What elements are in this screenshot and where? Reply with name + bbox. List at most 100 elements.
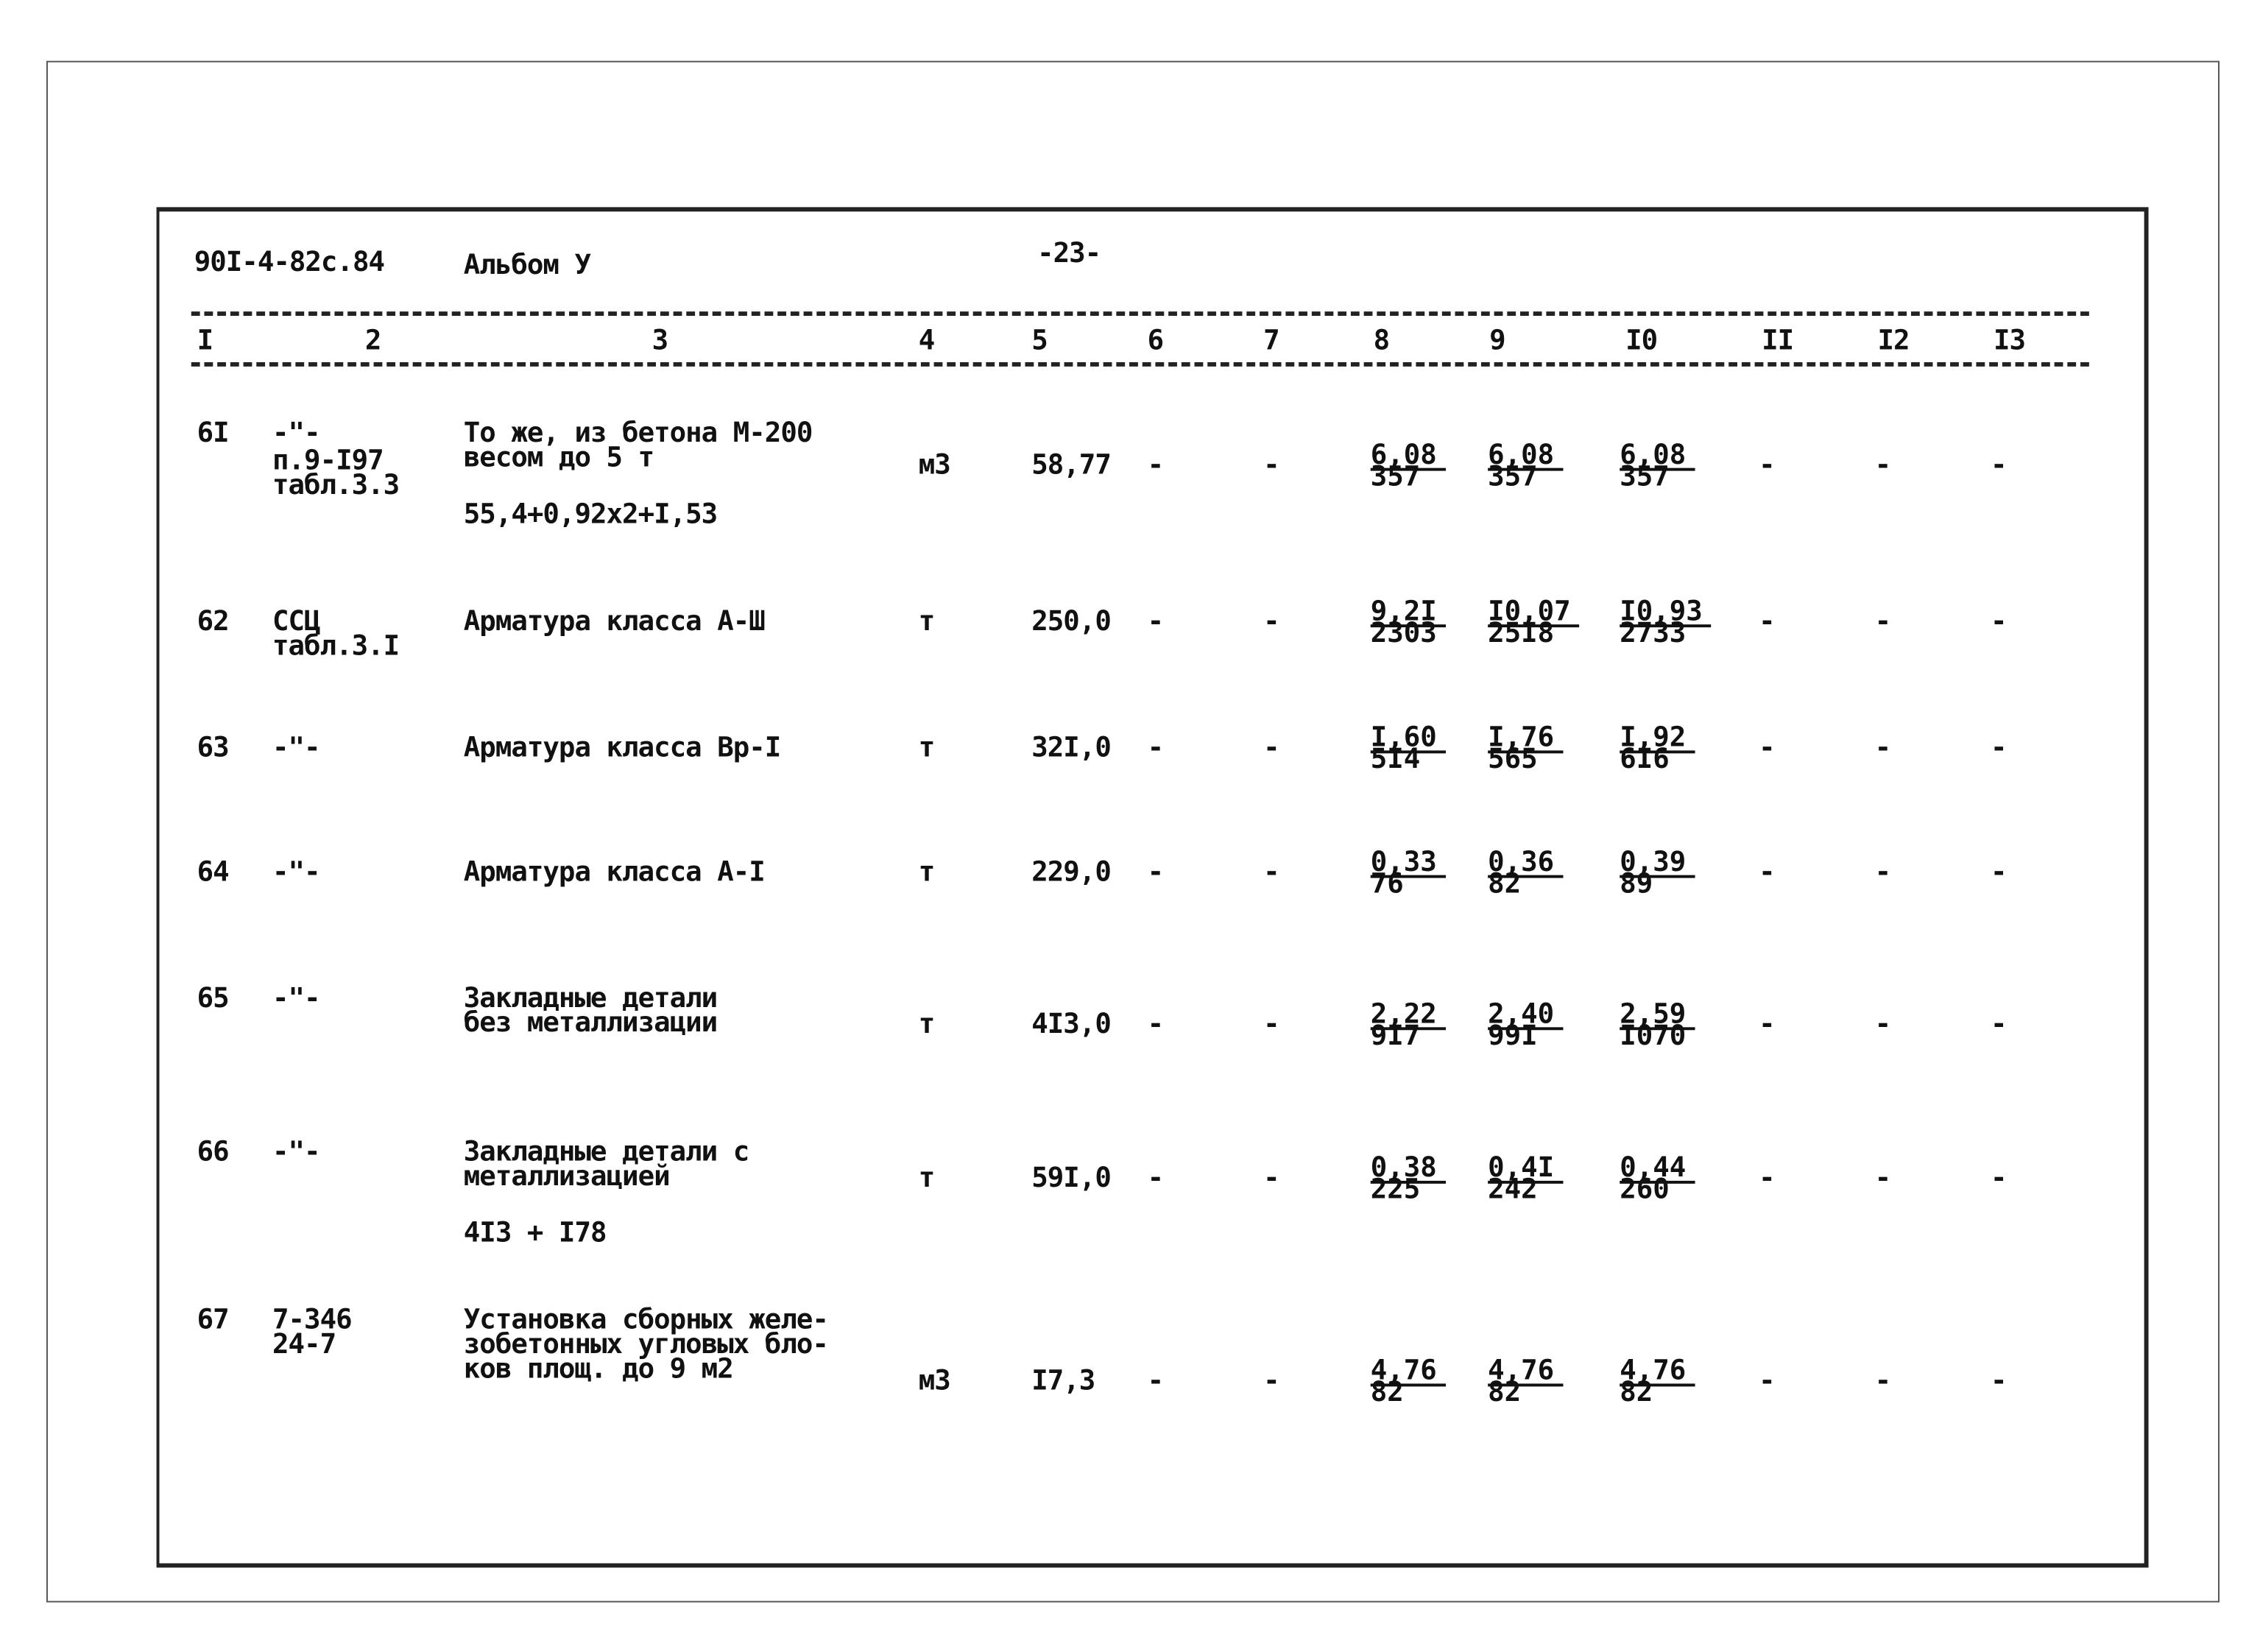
row-col13: -	[1991, 449, 2007, 481]
header-rule-bottom	[191, 362, 2089, 367]
row-c8-fraction: I,60 5I4	[1370, 724, 1446, 773]
fraction-denominator: I070	[1620, 1020, 1687, 1052]
row-c8-fraction: 2,22 9I7	[1370, 1000, 1446, 1050]
row-col11: -	[1759, 731, 1776, 764]
column-number-8: 8	[1373, 324, 1391, 357]
row-number: 64	[197, 856, 230, 889]
row-unit: т	[918, 856, 936, 889]
row-c10-fraction: I0,93 2733	[1620, 598, 1712, 647]
row-description: ков площ. до 9 м2	[463, 1353, 734, 1386]
row-c10-fraction: 6,08 357	[1620, 441, 1695, 490]
row-c9-fraction: 6,08 357	[1488, 441, 1564, 490]
row-c8-fraction: 9,2I 2303	[1370, 598, 1446, 649]
row-c10-fraction: 0,39 89	[1620, 848, 1695, 897]
row-col7: -	[1263, 856, 1280, 889]
row-reference: -"-	[272, 731, 321, 764]
row-unit: м3	[918, 1364, 951, 1397]
column-number-5: 5	[1031, 324, 1048, 357]
column-number-4: 4	[918, 324, 936, 357]
row-reference: -"-	[272, 982, 321, 1014]
column-number-7: 7	[1263, 324, 1280, 357]
row-description: Арматура класса Вр-I	[463, 731, 782, 764]
row-col13: -	[1991, 856, 2007, 889]
row-col12: -	[1874, 605, 1892, 638]
row-c8-fraction: 6,08 357	[1370, 441, 1446, 490]
row-col6: -	[1147, 1364, 1165, 1397]
row-formula: 55,4+0,92x2+I,53	[463, 498, 718, 531]
row-price: 32I,0	[1031, 731, 1112, 764]
row-number: 63	[197, 731, 230, 764]
row-description: Арматура класса А-I	[463, 856, 766, 889]
column-number-13: I3	[1993, 324, 2026, 357]
row-col12: -	[1874, 856, 1892, 889]
row-unit: м3	[918, 449, 951, 481]
column-number-1: I	[197, 324, 214, 357]
row-c10-fraction: 2,59 I070	[1620, 1000, 1695, 1052]
column-number-2: 2	[364, 324, 382, 357]
row-col6: -	[1147, 731, 1165, 764]
row-col12: -	[1874, 1008, 1892, 1041]
doc-code: 90I-4-82с.84	[194, 246, 385, 278]
row-formula: 4I3 + I78	[463, 1217, 607, 1249]
row-col13: -	[1991, 1162, 2007, 1194]
row-reference: 24-7	[272, 1328, 336, 1360]
column-number-6: 6	[1147, 324, 1165, 357]
row-reference: табл.3.3	[272, 469, 400, 501]
row-c9-fraction: 0,4I 242	[1488, 1154, 1564, 1203]
row-c8-fraction: 4,76 82	[1370, 1357, 1446, 1406]
row-reference: -"-	[272, 417, 321, 450]
page-number: -23-	[1037, 237, 1101, 270]
row-c9-fraction: I0,07 25I8	[1488, 598, 1580, 647]
row-unit: т	[918, 1008, 936, 1041]
row-col6: -	[1147, 856, 1165, 889]
row-c10-fraction: 4,76 82	[1620, 1357, 1695, 1406]
row-c10-fraction: I,92 6I6	[1620, 724, 1695, 773]
row-col7: -	[1263, 1008, 1280, 1041]
row-col7: -	[1263, 605, 1280, 638]
row-c9-fraction: I,76 565	[1488, 724, 1564, 773]
row-col13: -	[1991, 605, 2007, 638]
row-col12: -	[1874, 731, 1892, 764]
fraction-denominator: 2303	[1370, 617, 1437, 649]
row-col12: -	[1874, 1364, 1892, 1397]
row-col11: -	[1759, 1162, 1776, 1194]
album-label: Альбом У	[463, 249, 591, 281]
row-col6: -	[1147, 449, 1165, 481]
document-page: 90I-4-82с.84 Альбом У -23- I 2 3 4 5 6 7 8 9 I0 II…	[0, 0, 2260, 1652]
row-col13: -	[1991, 1008, 2007, 1041]
row-col11: -	[1759, 605, 1776, 638]
row-c8-fraction: 0,33 76	[1370, 848, 1446, 897]
row-col11: -	[1759, 449, 1776, 481]
row-price: 59I,0	[1031, 1162, 1112, 1194]
row-col13: -	[1991, 731, 2007, 764]
row-unit: т	[918, 1162, 936, 1194]
row-col6: -	[1147, 605, 1165, 638]
row-unit: т	[918, 731, 936, 764]
row-number: 67	[197, 1304, 230, 1336]
row-c8-fraction: 0,38 225	[1370, 1154, 1446, 1203]
row-col6: -	[1147, 1162, 1165, 1194]
row-price: 4I3,0	[1031, 1008, 1112, 1041]
row-col12: -	[1874, 449, 1892, 481]
row-col7: -	[1263, 731, 1280, 764]
column-number-12: I2	[1877, 324, 1910, 357]
row-description: без металлизации	[463, 1006, 718, 1039]
column-number-10: I0	[1625, 324, 1658, 357]
row-col7: -	[1263, 449, 1280, 481]
row-number: 62	[197, 605, 230, 638]
row-reference: -"-	[272, 1135, 321, 1168]
row-number: 65	[197, 982, 230, 1014]
column-number-3: 3	[651, 324, 669, 357]
row-col12: -	[1874, 1162, 1892, 1194]
header-rule-top	[191, 311, 2089, 317]
column-number-11: II	[1762, 324, 1794, 357]
row-number: 6I	[197, 417, 230, 450]
row-col11: -	[1759, 1008, 1776, 1041]
row-price: 58,77	[1031, 449, 1112, 481]
row-col7: -	[1263, 1364, 1280, 1397]
row-description: весом до 5 т	[463, 442, 654, 474]
row-reference: табл.3.I	[272, 630, 400, 663]
row-col7: -	[1263, 1162, 1280, 1194]
row-description: металлизацией	[463, 1160, 671, 1193]
row-col11: -	[1759, 1364, 1776, 1397]
